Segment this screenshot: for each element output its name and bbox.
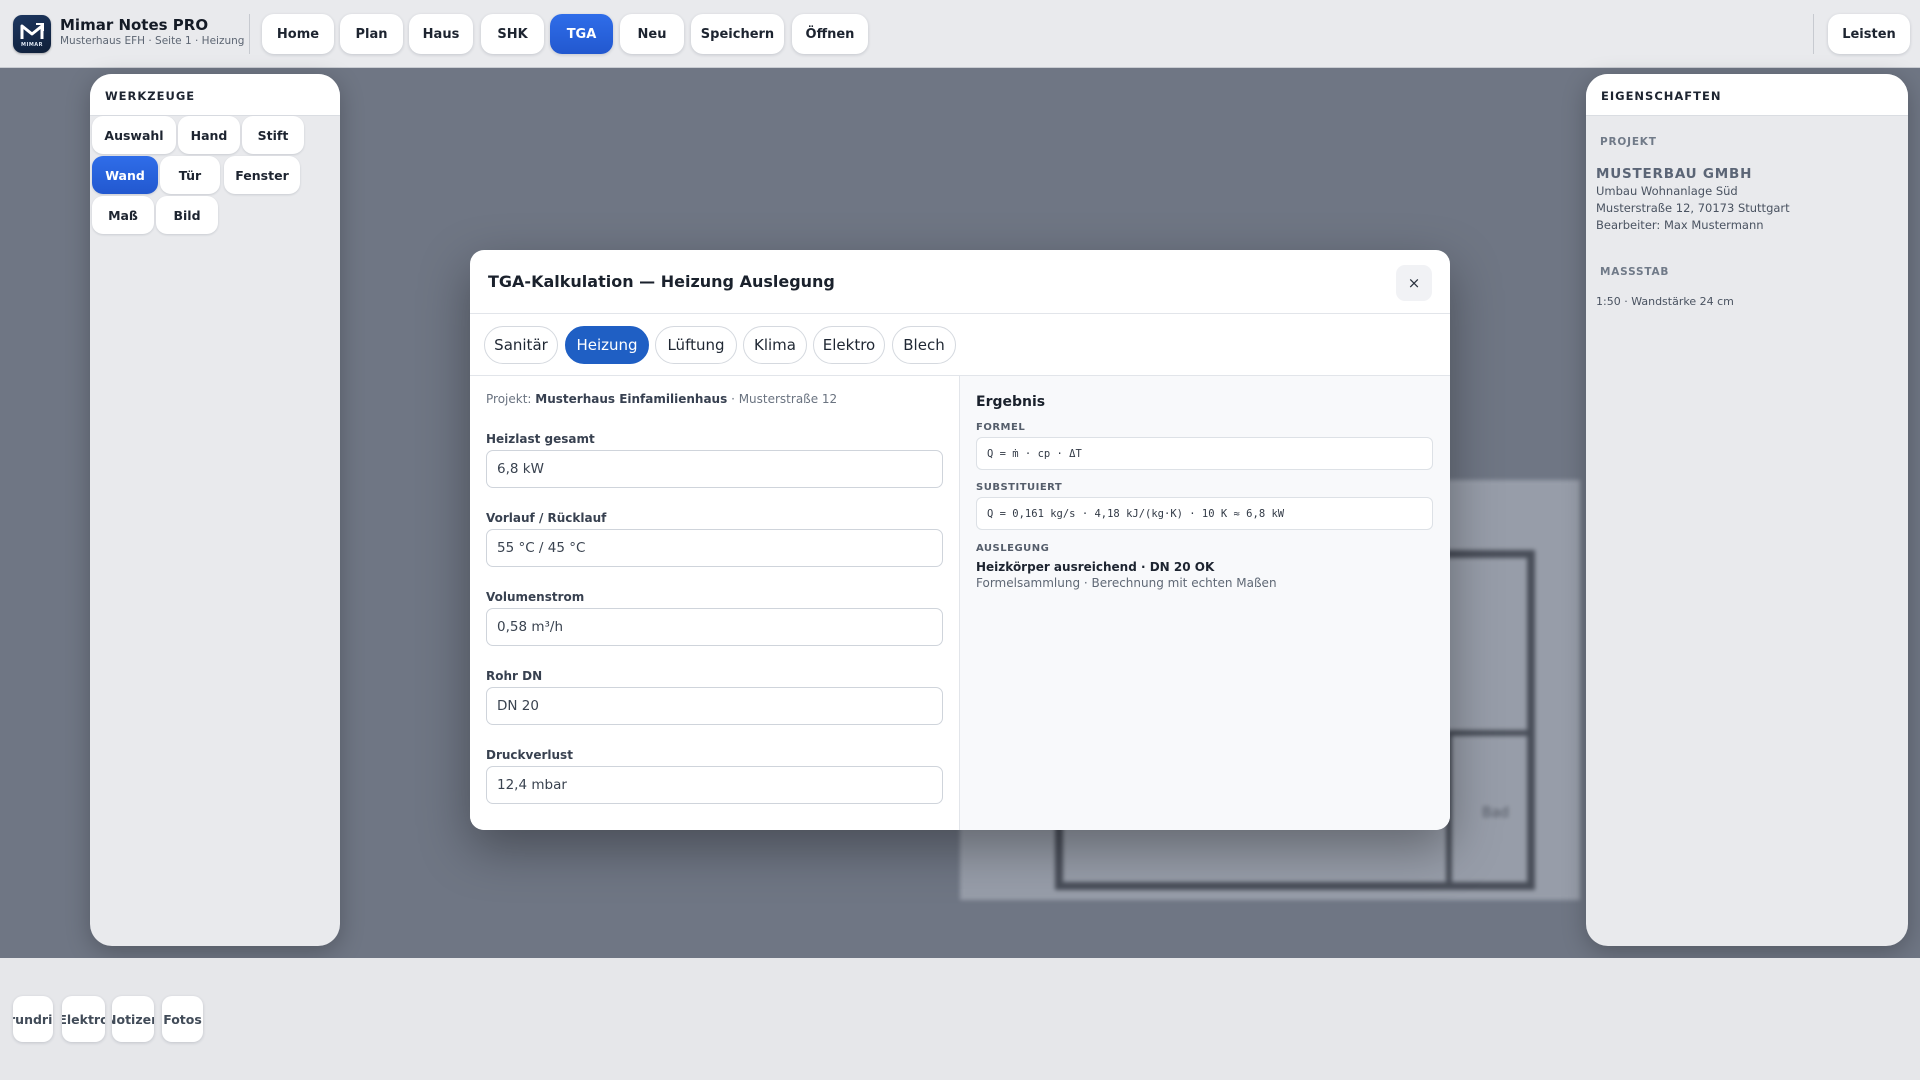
top-toolbar: MIMAR Mimar Notes PRO Musterhaus EFH · S… xyxy=(0,0,1920,68)
heizlast-input[interactable]: 6,8 kW xyxy=(486,450,943,488)
bottom-tab-elektro[interactable]: Elektro xyxy=(62,996,105,1042)
bottom-tab-notizen[interactable]: Notizen xyxy=(112,996,154,1042)
tool-bild-button[interactable]: Bild xyxy=(156,196,218,234)
substituted-box: Q = 0,161 kg/s · 4,18 kJ/(kg·K) · 10 K ≈… xyxy=(976,497,1433,530)
nav-haus-button[interactable]: Haus xyxy=(409,14,473,54)
nav-neu-button[interactable]: Neu xyxy=(620,14,684,54)
tab-klima[interactable]: Klima xyxy=(743,326,807,364)
dialog-title: TGA-Kalkulation — Heizung Auslegung xyxy=(488,272,835,291)
tool-stift-button[interactable]: Stift xyxy=(242,116,304,154)
project-section-label: PROJEKT xyxy=(1600,136,1657,148)
rohr-dn-input[interactable]: DN 20 xyxy=(486,687,943,725)
scale-section-label: MASSSTAB xyxy=(1600,266,1670,278)
plan-wall xyxy=(1446,730,1534,736)
design-result: Heizkörper ausreichend · DN 20 OK xyxy=(976,560,1215,574)
tool-hand-button[interactable]: Hand xyxy=(178,116,240,154)
input-form: Projekt: Musterhaus Einfamilienhaus · Mu… xyxy=(470,376,960,830)
formula-box: Q = ṁ · cp · ΔT xyxy=(976,437,1433,470)
result-panel: Ergebnis FORMEL Q = ṁ · cp · ΔT SUBSTITU… xyxy=(960,376,1450,830)
rohr-dn-label: Rohr DN xyxy=(486,669,543,683)
project-line: Projekt: Musterhaus Einfamilienhaus · Mu… xyxy=(486,392,837,406)
properties-panel: EIGENSCHAFTEN PROJEKT MUSTERBAU GMBH Umb… xyxy=(1586,74,1908,946)
plan-wall xyxy=(1527,550,1535,890)
nav-shk-button[interactable]: SHK xyxy=(481,14,544,54)
design-note: Formelsammlung · Berechnung mit echten M… xyxy=(976,576,1277,590)
tab-lueftung[interactable]: Lüftung xyxy=(655,326,737,364)
project-prefix: Projekt: xyxy=(486,392,532,406)
leisten-button[interactable]: Leisten xyxy=(1828,14,1910,54)
close-icon[interactable]: × xyxy=(1396,265,1432,301)
volumenstrom-input[interactable]: 0,58 m³/h xyxy=(486,608,943,646)
nav-speichern-button[interactable]: Speichern xyxy=(691,14,784,54)
project-name: Musterhaus Einfamilienhaus xyxy=(535,392,728,406)
nav-tga-button[interactable]: TGA xyxy=(550,14,613,54)
app-logo-icon: MIMAR xyxy=(13,15,51,53)
vorlauf-ruecklauf-input[interactable]: 55 °C / 45 °C xyxy=(486,529,943,567)
properties-panel-title: EIGENSCHAFTEN xyxy=(1586,74,1908,116)
bottom-tab-fotos[interactable]: Fotos xyxy=(162,996,203,1042)
tool-fenster-button[interactable]: Fenster xyxy=(224,156,300,194)
project-name: Umbau Wohnanlage Süd xyxy=(1596,184,1738,198)
nav-plan-button[interactable]: Plan xyxy=(340,14,403,54)
volumenstrom-label: Volumenstrom xyxy=(486,590,585,604)
result-title: Ergebnis xyxy=(976,394,1046,410)
druckverlust-input[interactable]: 12,4 mbar xyxy=(486,766,943,804)
tools-panel-title: WERKZEUGE xyxy=(90,74,340,116)
tool-auswahl-button[interactable]: Auswahl xyxy=(92,116,176,154)
nav-home-button[interactable]: Home xyxy=(262,14,334,54)
druckverlust-label: Druckverlust xyxy=(486,748,573,762)
scale-value: 1:50 · Wandstärke 24 cm xyxy=(1596,295,1734,308)
tools-panel: WERKZEUGE Auswahl Hand Stift Wand Tür Fe… xyxy=(90,74,340,946)
formula-label: FORMEL xyxy=(976,422,1026,433)
substituted-label: SUBSTITUIERT xyxy=(976,482,1063,493)
document-breadcrumb: Musterhaus EFH · Seite 1 · Heizung xyxy=(60,35,245,47)
bottom-bar xyxy=(0,958,1920,1080)
vorlauf-ruecklauf-label: Vorlauf / Rücklauf xyxy=(486,511,607,525)
nav-oeffnen-button[interactable]: Öffnen xyxy=(792,14,868,54)
toolbar-divider xyxy=(1813,14,1814,54)
project-address: Musterstraße 12, 70173 Stuttgart xyxy=(1596,201,1790,215)
room-label: Bad xyxy=(1482,805,1510,821)
heizlast-label: Heizlast gesamt xyxy=(486,432,595,446)
tab-blech[interactable]: Blech xyxy=(892,326,956,364)
toolbar-divider xyxy=(249,14,250,54)
tga-calculation-dialog: TGA-Kalkulation — Heizung Auslegung × Sa… xyxy=(470,250,1450,830)
tool-mass-button[interactable]: Maß xyxy=(92,196,154,234)
trade-tabs: Sanitär Heizung Lüftung Klima Elektro Bl… xyxy=(470,314,1450,376)
tool-tuer-button[interactable]: Tür xyxy=(160,156,220,194)
plan-wall xyxy=(1055,882,1535,890)
tool-wand-button[interactable]: Wand xyxy=(92,156,158,194)
design-label: AUSLEGUNG xyxy=(976,543,1050,554)
tab-elektro[interactable]: Elektro xyxy=(813,326,885,364)
dialog-header: TGA-Kalkulation — Heizung Auslegung × xyxy=(470,250,1450,314)
tab-heizung[interactable]: Heizung xyxy=(565,326,649,364)
project-editor: Bearbeiter: Max Mustermann xyxy=(1596,218,1764,232)
app-title: Mimar Notes PRO xyxy=(60,16,209,34)
tab-sanitaer[interactable]: Sanitär xyxy=(484,326,558,364)
bottom-tab-grundriss[interactable]: Grundriss xyxy=(13,996,53,1042)
logo-text: MIMAR xyxy=(20,42,44,48)
project-address: · Musterstraße 12 xyxy=(731,392,838,406)
company-name: MUSTERBAU GMBH xyxy=(1596,166,1753,182)
